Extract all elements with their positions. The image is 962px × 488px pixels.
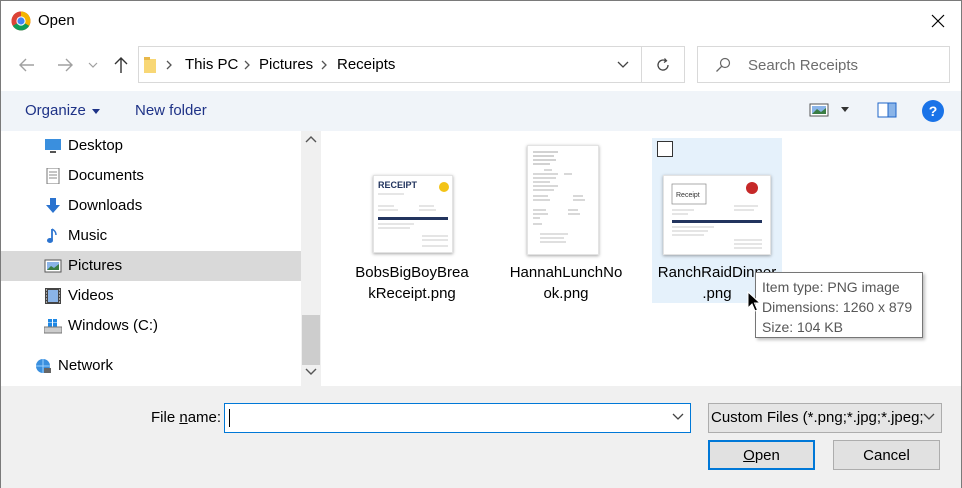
sidebar-item-pictures[interactable]: Pictures [1, 251, 301, 281]
network-icon [36, 359, 51, 373]
receipt-thumbnail-image: Receipt [671, 182, 762, 249]
search-icon [716, 57, 731, 72]
refresh-icon [657, 57, 669, 71]
scrollbar-thumb[interactable] [302, 315, 320, 365]
preview-pane-icon[interactable] [877, 102, 897, 118]
footer-panel: File name: Custom Files (*.png;*.jpg;*.j… [1, 386, 961, 488]
forward-button[interactable] [51, 51, 79, 79]
file-name-input[interactable] [229, 408, 659, 428]
breadcrumb-pictures[interactable]: Pictures [259, 56, 313, 73]
navigation-pane: Desktop Documents Downloads Music Pictur… [1, 131, 321, 386]
chevron-down-icon [88, 62, 98, 68]
file-name-label: File name: [151, 409, 222, 426]
search-input[interactable] [748, 55, 943, 75]
sidebar-item-desktop[interactable]: Desktop [1, 131, 301, 161]
file-type-filter-select[interactable]: Custom Files (*.png;*.jpg;*.jpeg; [708, 403, 942, 433]
sidebar-item-label: Videos [68, 287, 114, 304]
toolbar: Organize New folder ? [1, 91, 961, 131]
refresh-button[interactable] [642, 46, 685, 83]
breadcrumb-separator-icon [166, 60, 172, 70]
address-bar[interactable]: This PC Pictures Receipts [138, 46, 642, 83]
sidebar-item-videos[interactable]: Videos [1, 281, 301, 311]
breadcrumb-this-pc[interactable]: This PC [185, 56, 238, 73]
cancel-button[interactable]: Cancel [833, 440, 940, 470]
chevron-down-icon [923, 413, 935, 420]
sidebar-item-label: Network [58, 357, 114, 374]
sidebar-item-documents[interactable]: Documents [1, 161, 301, 191]
nav-scrollbar[interactable] [301, 131, 321, 386]
file-info-tooltip: Item type: PNG image Dimensions: 1260 x … [755, 272, 923, 338]
music-icon [47, 228, 57, 243]
file-name-combobox[interactable] [224, 403, 691, 433]
sidebar-item-music[interactable]: Music [1, 221, 301, 251]
organize-button[interactable]: Organize [25, 102, 100, 119]
file-thumbnail: Receipt [663, 175, 771, 255]
folder-icon [144, 57, 156, 73]
sidebar-item-network[interactable]: Network [1, 351, 301, 381]
up-button[interactable] [107, 51, 135, 79]
back-button[interactable] [13, 51, 41, 79]
sidebar-item-label: Windows (C:) [68, 317, 159, 334]
title-bar: Open [1, 1, 961, 41]
videos-icon [45, 288, 61, 304]
file-item[interactable]: RECEIPT BobsBigBoyBrea kReceipt.png [347, 138, 477, 303]
mouse-cursor-icon [747, 291, 761, 312]
recent-locations-button[interactable] [83, 51, 103, 79]
sidebar-item-label: Desktop [68, 137, 124, 154]
sidebar-item-label: Documents [68, 167, 144, 184]
search-box[interactable] [697, 46, 950, 83]
chevron-down-icon[interactable] [672, 413, 684, 421]
open-button[interactable]: Open [708, 440, 815, 470]
sidebar-item-label: Pictures [68, 257, 123, 274]
receipt-thumbnail-image [533, 151, 585, 243]
file-item[interactable]: HannahLunchNo ok.png [501, 138, 631, 303]
arrow-up-icon [114, 57, 128, 73]
chrome-icon [11, 11, 31, 31]
tooltip-dimensions: Dimensions: 1260 x 879 [762, 299, 913, 315]
help-button[interactable]: ? [922, 100, 944, 122]
arrow-right-icon [58, 58, 73, 72]
desktop-icon [45, 139, 61, 153]
file-type-filter-value: Custom Files (*.png;*.jpg;*.jpeg; [711, 409, 923, 426]
thumbnail-title: RECEIPT [378, 180, 418, 190]
arrow-left-icon [19, 58, 34, 72]
tooltip-item-type: Item type: PNG image [762, 279, 900, 295]
pictures-icon [44, 259, 62, 273]
file-name: HannahLunchNo ok.png [509, 264, 623, 302]
thumbnail-title: Receipt [676, 192, 700, 199]
open-dialog: Open This PC Pictures Receipts Organize [0, 0, 962, 488]
drive-icon [44, 319, 62, 334]
file-list: RECEIPT BobsBigBoyBrea kReceipt.png Hann… [321, 131, 961, 386]
tooltip-size: Size: 104 KB [762, 319, 843, 335]
chevron-down-icon[interactable] [617, 57, 629, 71]
sidebar-item-label: Music [68, 227, 108, 244]
change-view-icon[interactable] [809, 102, 829, 118]
caret-down-icon [91, 108, 100, 114]
file-thumbnail [527, 145, 599, 255]
documents-icon [46, 168, 60, 184]
receipt-thumbnail-image: RECEIPT [378, 180, 449, 247]
close-icon [931, 14, 945, 28]
downloads-icon [46, 198, 60, 213]
new-folder-button[interactable]: New folder [135, 102, 207, 119]
file-name: BobsBigBoyBrea kReceipt.png [355, 264, 469, 302]
file-select-checkbox[interactable] [657, 141, 673, 157]
scroll-up-icon[interactable] [305, 135, 317, 143]
sidebar-item-windows-c[interactable]: Windows (C:) [1, 311, 301, 341]
breadcrumb-separator-icon [244, 60, 250, 70]
sidebar-item-label: Downloads [68, 197, 143, 214]
breadcrumb-receipts[interactable]: Receipts [337, 56, 395, 73]
sidebar-item-downloads[interactable]: Downloads [1, 191, 301, 221]
organize-label: Organize [25, 102, 86, 119]
breadcrumb-separator-icon [321, 60, 327, 70]
scroll-down-icon[interactable] [305, 368, 317, 376]
caret-down-icon[interactable] [841, 107, 849, 112]
window-title: Open [38, 12, 75, 29]
close-button[interactable] [915, 1, 961, 41]
file-thumbnail: RECEIPT [373, 175, 453, 253]
